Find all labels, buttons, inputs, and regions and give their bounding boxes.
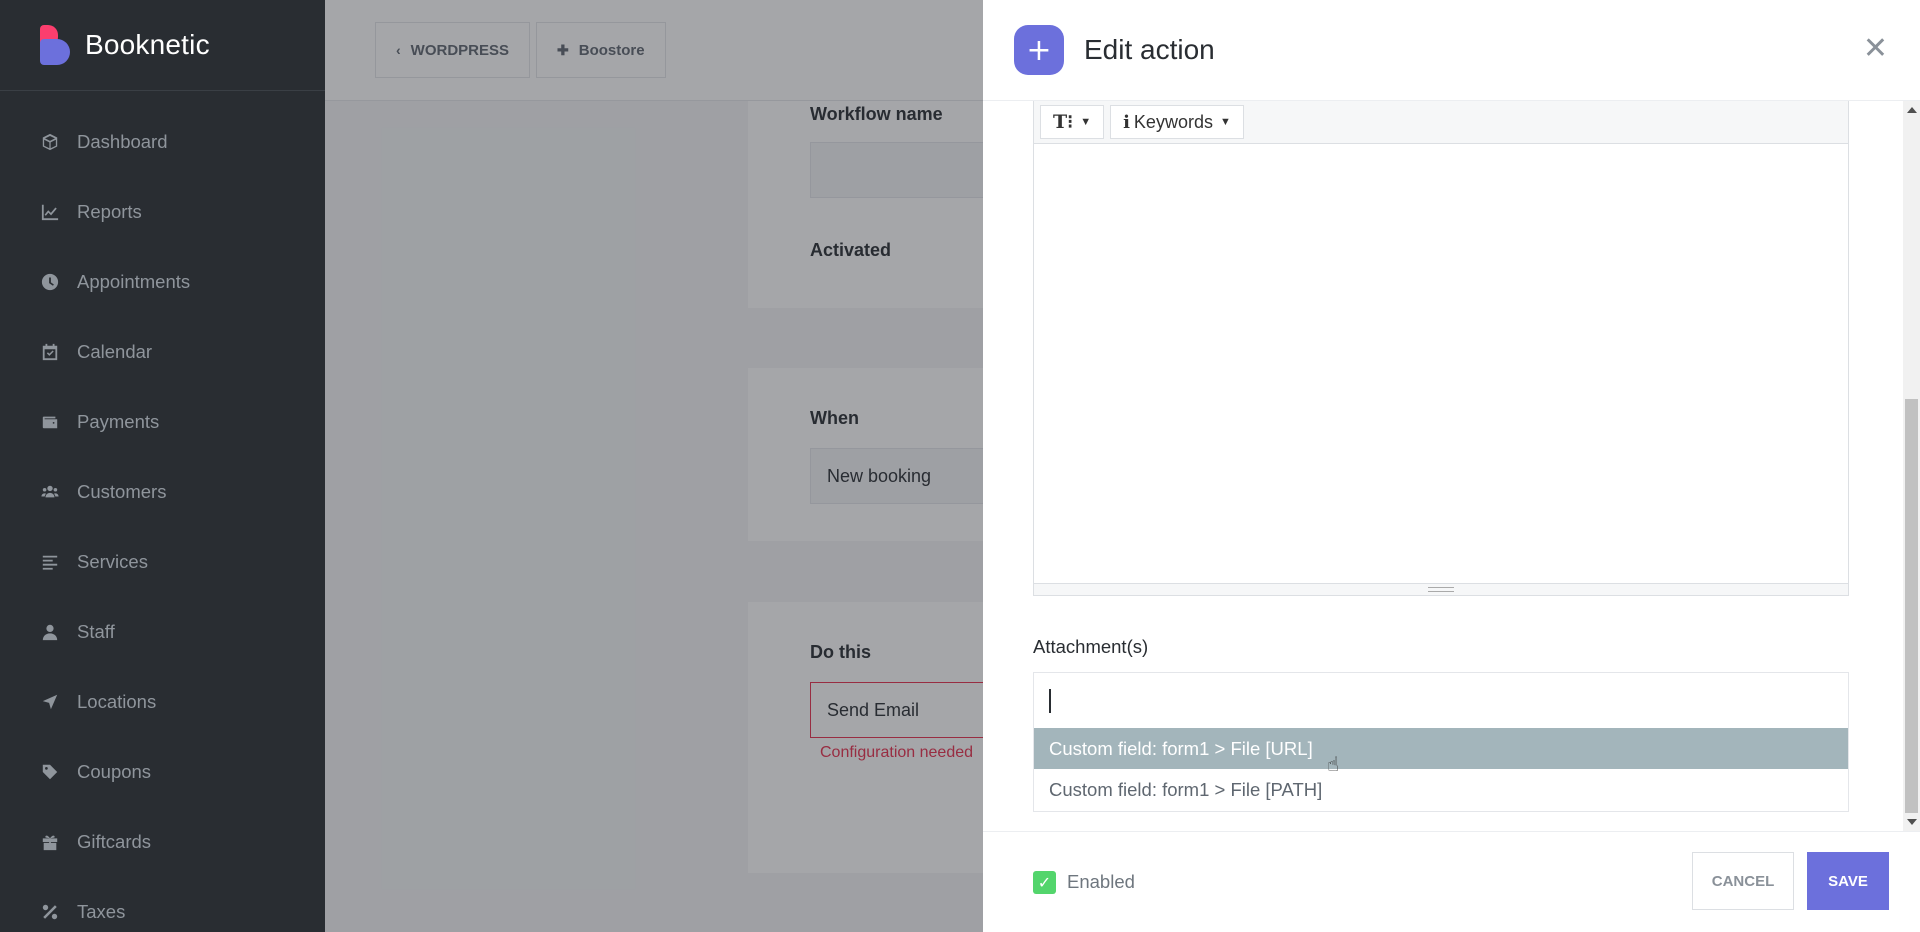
wallet-icon <box>40 412 60 432</box>
enabled-checkbox[interactable]: ✓ <box>1033 871 1056 894</box>
sidebar-item-label: Calendar <box>77 341 153 362</box>
editor-resize-handle[interactable] <box>1034 583 1848 595</box>
panel-title: Edit action <box>1084 34 1215 65</box>
keywords-label: Keywords <box>1133 111 1213 132</box>
attachments-label: Attachment(s) <box>1033 636 1149 657</box>
location-arrow-icon <box>40 692 60 712</box>
chart-line-icon <box>40 202 60 222</box>
sidebar-item-label: Reports <box>77 201 142 222</box>
edit-action-panel: + Edit action ✕ T⁝ ▼ i Keywords ▼ Attach… <box>983 0 1920 932</box>
sidebar-item-giftcards[interactable]: Giftcards <box>0 807 325 877</box>
caret-down-icon: ▼ <box>1219 116 1231 128</box>
save-button[interactable]: SAVE <box>1807 852 1889 910</box>
sidebar-item-label: Taxes <box>77 901 126 922</box>
app-logo[interactable]: Booknetic <box>0 0 325 91</box>
attachments-select: Custom field: form1 > File [URL] Custom … <box>1033 672 1849 812</box>
plus-icon: + <box>1014 25 1064 75</box>
editor-toolbar: T⁝ ▼ i Keywords ▼ <box>1034 101 1848 144</box>
attachment-option-path[interactable]: Custom field: form1 > File [PATH] <box>1034 769 1848 810</box>
sidebar-item-taxes[interactable]: Taxes <box>0 877 325 932</box>
close-icon[interactable]: ✕ <box>1863 34 1888 64</box>
attachments-search-input[interactable] <box>1034 673 1848 728</box>
sidebar-item-calendar[interactable]: Calendar <box>0 317 325 387</box>
tag-icon <box>40 762 60 782</box>
gift-icon <box>40 832 60 852</box>
cube-icon <box>40 132 60 152</box>
sidebar-item-label: Locations <box>77 691 157 712</box>
email-body-editor: T⁝ ▼ i Keywords ▼ <box>1033 101 1849 596</box>
sidebar-item-locations[interactable]: Locations <box>0 667 325 737</box>
sidebar-item-label: Staff <box>77 621 115 642</box>
sidebar-item-reports[interactable]: Reports <box>0 177 325 247</box>
cancel-button[interactable]: CANCEL <box>1692 852 1794 910</box>
enabled-label: Enabled <box>1067 871 1135 892</box>
scroll-down-arrow-icon[interactable] <box>1907 819 1917 825</box>
sidebar-item-coupons[interactable]: Coupons <box>0 737 325 807</box>
text-format-button[interactable]: T⁝ ▼ <box>1040 105 1105 139</box>
sidebar-menu: Dashboard Reports Appointments Calendar … <box>0 91 325 932</box>
calendar-icon <box>40 342 60 362</box>
sidebar-item-label: Giftcards <box>77 831 152 852</box>
user-icon <box>40 622 60 642</box>
editor-body[interactable] <box>1034 144 1848 581</box>
panel-scrollbar[interactable] <box>1903 101 1920 831</box>
sidebar-item-payments[interactable]: Payments <box>0 387 325 457</box>
percent-icon <box>40 902 60 922</box>
panel-footer: ✓ Enabled CANCEL SAVE <box>983 831 1920 932</box>
app-name: Booknetic <box>85 29 210 60</box>
sidebar-item-appointments[interactable]: Appointments <box>0 247 325 317</box>
keywords-button[interactable]: i Keywords ▼ <box>1110 105 1244 139</box>
sidebar: Booknetic Dashboard Reports Appointments… <box>0 0 325 932</box>
clock-icon <box>40 272 60 292</box>
sidebar-item-label: Payments <box>77 411 160 432</box>
attachment-option-url[interactable]: Custom field: form1 > File [URL] <box>1034 728 1848 769</box>
caret-down-icon: ▼ <box>1080 116 1092 128</box>
booknetic-logo-icon <box>38 25 72 65</box>
text-format-icon: T⁝ <box>1053 111 1074 133</box>
scroll-up-arrow-icon[interactable] <box>1907 107 1917 113</box>
users-icon <box>40 482 60 502</box>
sidebar-item-dashboard[interactable]: Dashboard <box>0 107 325 177</box>
sidebar-item-label: Services <box>77 551 148 572</box>
sidebar-item-label: Dashboard <box>77 131 168 152</box>
list-icon <box>40 552 60 572</box>
hand-cursor-icon: ☝ <box>1327 752 1340 776</box>
info-icon: i <box>1123 111 1130 133</box>
sidebar-item-label: Appointments <box>77 271 191 292</box>
sidebar-item-label: Customers <box>77 481 167 502</box>
sidebar-item-label: Coupons <box>77 761 152 782</box>
sidebar-item-customers[interactable]: Customers <box>0 457 325 527</box>
panel-header: + Edit action ✕ <box>983 0 1920 101</box>
sidebar-item-staff[interactable]: Staff <box>0 597 325 667</box>
scroll-thumb[interactable] <box>1905 399 1918 813</box>
sidebar-item-services[interactable]: Services <box>0 527 325 597</box>
